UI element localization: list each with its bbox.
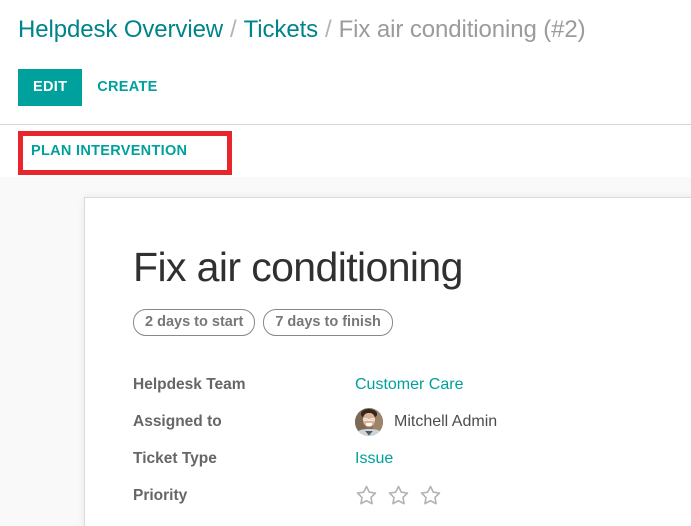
star-outline-icon[interactable] xyxy=(355,484,378,507)
assigned-user-name: Mitchell Admin xyxy=(394,412,498,430)
star-outline-icon[interactable] xyxy=(387,484,410,507)
breadcrumb-separator-2: / xyxy=(325,16,332,43)
breadcrumb-item-tickets[interactable]: Tickets xyxy=(244,15,319,45)
field-value-assigned-to[interactable]: Mitchell Admin xyxy=(355,407,498,436)
breadcrumb: Helpdesk Overview / Tickets / Fix air co… xyxy=(0,0,691,60)
action-button-bar: EDIT CREATE xyxy=(0,60,691,125)
field-row-helpdesk-team: Helpdesk Team Customer Care xyxy=(133,366,691,403)
field-row-priority: Priority xyxy=(133,477,691,514)
form-content-area: Fix air conditioning 2 days to start 7 d… xyxy=(0,177,691,526)
plan-intervention-button[interactable]: PLAN INTERVENTION xyxy=(31,142,187,160)
status-badge-days-to-finish: 7 days to finish xyxy=(263,309,393,336)
priority-star-rating[interactable] xyxy=(355,484,442,507)
breadcrumb-item-current: Fix air conditioning (#2) xyxy=(338,16,586,43)
helpdesk-ticket-page: Helpdesk Overview / Tickets / Fix air co… xyxy=(0,0,691,526)
star-outline-icon[interactable] xyxy=(419,484,442,507)
page-title: Fix air conditioning xyxy=(133,244,463,290)
avatar xyxy=(355,407,383,436)
create-button[interactable]: CREATE xyxy=(82,69,172,106)
field-row-assigned-to: Assigned to Mitchell Admin xyxy=(133,403,691,440)
secondary-button-bar: PLAN INTERVENTION xyxy=(0,125,691,177)
field-value-priority[interactable] xyxy=(355,484,442,507)
ticket-form-sheet: Fix air conditioning 2 days to start 7 d… xyxy=(84,197,691,526)
ticket-field-list: Helpdesk Team Customer Care Assigned to xyxy=(133,366,691,514)
edit-button[interactable]: EDIT xyxy=(18,69,83,106)
field-row-ticket-type: Ticket Type Issue xyxy=(133,440,691,477)
field-label-priority: Priority xyxy=(133,486,188,504)
ticket-deadline-badges: 2 days to start 7 days to finish xyxy=(133,309,691,336)
field-label-helpdesk-team: Helpdesk Team xyxy=(133,375,246,393)
breadcrumb-separator-1: / xyxy=(230,16,237,43)
field-value-helpdesk-team[interactable]: Customer Care xyxy=(355,374,463,396)
status-badge-days-to-start: 2 days to start xyxy=(133,309,256,336)
field-value-ticket-type[interactable]: Issue xyxy=(355,448,393,470)
field-label-ticket-type: Ticket Type xyxy=(133,449,217,467)
field-label-assigned-to: Assigned to xyxy=(133,412,222,430)
breadcrumb-item-helpdesk-overview[interactable]: Helpdesk Overview xyxy=(18,15,223,45)
